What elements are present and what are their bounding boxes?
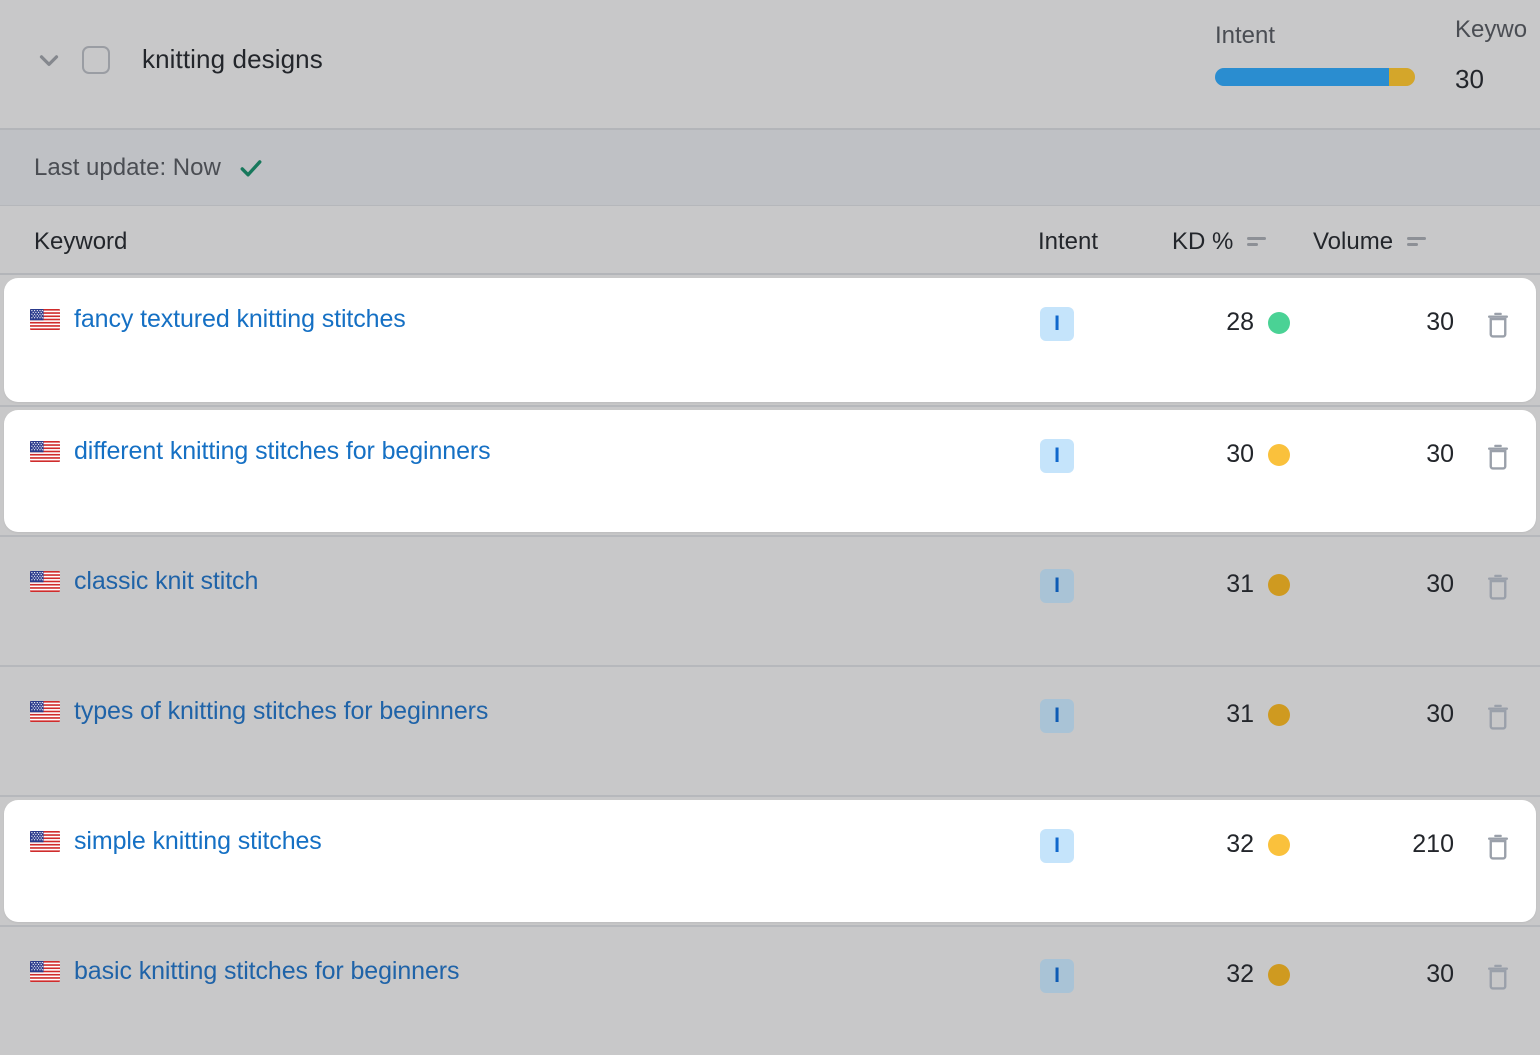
- kd-cell: 30: [1170, 440, 1290, 469]
- intent-cell: I: [1040, 307, 1074, 341]
- kd-value: 32: [1226, 830, 1254, 858]
- intent-cell: I: [1040, 699, 1074, 733]
- kd-difficulty-dot: [1268, 703, 1290, 726]
- keyword-cell: fancy textured knitting stitches: [30, 305, 406, 334]
- kd-value: 31: [1226, 700, 1254, 728]
- keyword-link[interactable]: basic knitting stitches for beginners: [74, 957, 459, 986]
- volume-value: 30: [1426, 308, 1454, 336]
- intent-segment-informational: [1215, 68, 1389, 86]
- kd-value: 30: [1226, 440, 1254, 468]
- intent-distribution-bar[interactable]: [1215, 68, 1415, 86]
- group-intent-block: Intent: [1215, 22, 1425, 86]
- table-row[interactable]: different knitting stitches for beginner…: [0, 405, 1540, 535]
- kd-difficulty-dot: [1268, 963, 1290, 986]
- column-header-keyword: Keyword: [34, 228, 127, 256]
- kd-value: 31: [1226, 570, 1254, 598]
- group-keywords-label: Keywo: [1455, 16, 1528, 43]
- kd-value: 28: [1226, 308, 1254, 336]
- column-header-intent-label: Intent: [1038, 228, 1099, 255]
- intent-segment-commercial: [1389, 68, 1415, 86]
- kd-difficulty-dot: [1268, 311, 1290, 334]
- keyword-cell: simple knitting stitches: [30, 827, 322, 856]
- group-header-left: knitting designs: [34, 44, 323, 75]
- volume-value: 30: [1426, 440, 1454, 468]
- group-title: knitting designs: [142, 44, 323, 74]
- trash-icon[interactable]: [1480, 699, 1516, 735]
- keyword-manager-panel: knitting designs Intent Keywo 30 Last up…: [0, 0, 1540, 1044]
- keyword-link[interactable]: simple knitting stitches: [74, 827, 322, 856]
- group-keywords-value: 30: [1455, 64, 1484, 94]
- group-select-checkbox[interactable]: [82, 45, 110, 74]
- sort-descending-icon[interactable]: [1245, 232, 1269, 252]
- intent-badge[interactable]: I: [1040, 959, 1074, 993]
- intent-cell: I: [1040, 569, 1074, 603]
- keyword-link[interactable]: types of knitting stitches for beginners: [74, 697, 488, 726]
- volume-value: 30: [1426, 700, 1454, 728]
- group-keywords-block: Keywo 30: [1455, 16, 1527, 95]
- check-icon: [237, 154, 265, 182]
- kd-difficulty-dot: [1268, 443, 1290, 466]
- kd-value: 32: [1226, 960, 1254, 988]
- table-row[interactable]: classic knit stitch I 31 30: [0, 535, 1540, 665]
- column-header-keyword-label: Keyword: [34, 228, 128, 255]
- us-flag-icon: [30, 831, 60, 852]
- us-flag-icon: [30, 571, 60, 592]
- kd-cell: 31: [1170, 570, 1290, 599]
- volume-value: 210: [1412, 830, 1454, 858]
- kd-cell: 31: [1170, 700, 1290, 729]
- intent-badge[interactable]: I: [1040, 307, 1074, 341]
- kd-cell: 32: [1170, 960, 1290, 989]
- intent-cell: I: [1040, 439, 1074, 473]
- kd-difficulty-dot: [1268, 833, 1290, 856]
- trash-icon[interactable]: [1480, 307, 1516, 343]
- keyword-cell: different knitting stitches for beginner…: [30, 437, 491, 466]
- table-row[interactable]: types of knitting stitches for beginners…: [0, 665, 1540, 795]
- trash-icon[interactable]: [1480, 569, 1516, 605]
- us-flag-icon: [30, 961, 60, 982]
- last-update-bar: Last update: Now: [0, 130, 1540, 206]
- keyword-cell: basic knitting stitches for beginners: [30, 957, 459, 986]
- intent-cell: I: [1040, 959, 1074, 993]
- intent-badge[interactable]: I: [1040, 439, 1074, 473]
- keyword-link[interactable]: classic knit stitch: [74, 567, 258, 596]
- column-header-kd[interactable]: KD %: [1172, 228, 1269, 256]
- last-update-text: Last update: Now: [34, 153, 221, 181]
- table-header-row: Keyword Intent KD % Volume: [0, 206, 1540, 275]
- kd-cell: 32: [1170, 830, 1290, 859]
- keyword-cell: types of knitting stitches for beginners: [30, 697, 488, 726]
- intent-badge[interactable]: I: [1040, 699, 1074, 733]
- intent-badge[interactable]: I: [1040, 569, 1074, 603]
- trash-icon[interactable]: [1480, 829, 1516, 865]
- keyword-table-body: fancy textured knitting stitches I 28 30: [0, 275, 1540, 1055]
- us-flag-icon: [30, 309, 60, 330]
- table-row[interactable]: basic knitting stitches for beginners I …: [0, 925, 1540, 1055]
- trash-icon[interactable]: [1480, 959, 1516, 995]
- column-header-volume[interactable]: Volume: [1313, 228, 1429, 256]
- keyword-link[interactable]: different knitting stitches for beginner…: [74, 437, 491, 466]
- us-flag-icon: [30, 701, 60, 722]
- sort-descending-icon[interactable]: [1405, 232, 1429, 252]
- volume-value: 30: [1426, 960, 1454, 988]
- chevron-down-icon[interactable]: [34, 45, 64, 75]
- column-header-intent: Intent: [1038, 228, 1098, 256]
- column-header-volume-label: Volume: [1313, 228, 1394, 255]
- table-row[interactable]: simple knitting stitches I 32 210: [0, 795, 1540, 925]
- intent-badge[interactable]: I: [1040, 829, 1074, 863]
- volume-value: 30: [1426, 570, 1454, 598]
- group-intent-label: Intent: [1215, 22, 1276, 49]
- trash-icon[interactable]: [1480, 439, 1516, 475]
- kd-difficulty-dot: [1268, 573, 1290, 596]
- us-flag-icon: [30, 441, 60, 462]
- kd-cell: 28: [1170, 308, 1290, 337]
- intent-cell: I: [1040, 829, 1074, 863]
- table-row[interactable]: fancy textured knitting stitches I 28 30: [0, 275, 1540, 405]
- keyword-group-header: knitting designs Intent Keywo 30: [0, 0, 1540, 130]
- keyword-cell: classic knit stitch: [30, 567, 258, 596]
- keyword-link[interactable]: fancy textured knitting stitches: [74, 305, 406, 334]
- column-header-kd-label: KD %: [1172, 228, 1234, 255]
